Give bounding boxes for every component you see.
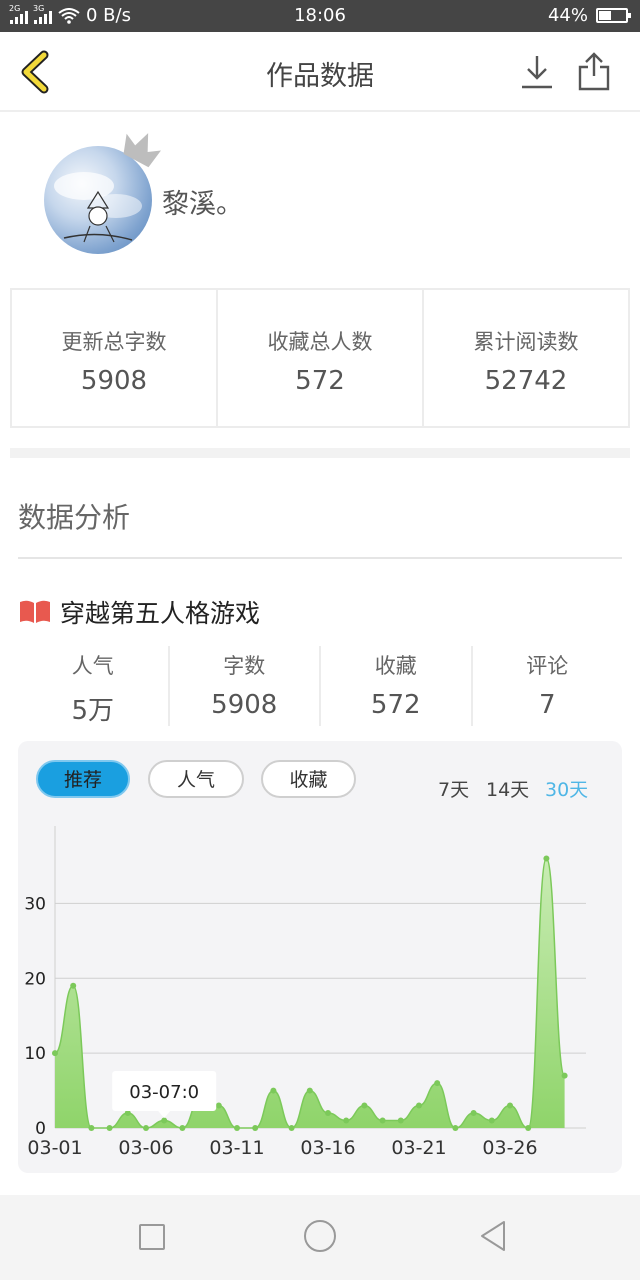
summary-stats: 更新总字数 5908 收藏总人数 572 累计阅读数 52742	[10, 288, 630, 428]
data-point	[52, 1050, 58, 1057]
data-point	[270, 1087, 277, 1094]
data-point	[379, 1117, 386, 1124]
x-tick-label: 03-11	[209, 1137, 264, 1159]
x-tick-label: 03-16	[300, 1137, 355, 1159]
stat-label: 累计阅读数	[473, 330, 579, 354]
stat-label: 更新总字数	[61, 330, 167, 354]
book-title: 穿越第五人格游戏	[60, 599, 261, 628]
clock: 18:06	[294, 5, 346, 26]
data-point	[106, 1125, 113, 1131]
stat-total-favorites: 收藏总人数 572	[218, 290, 424, 426]
book-stat-popularity: 人气 5万	[18, 646, 170, 726]
book-title-row[interactable]: 穿越第五人格游戏	[18, 594, 260, 630]
stat-total-reads: 累计阅读数 52742	[424, 290, 628, 426]
data-point	[215, 1102, 222, 1109]
crown-icon	[123, 133, 161, 168]
data-point	[543, 855, 550, 862]
back-triangle-icon[interactable]	[478, 1219, 508, 1253]
stat-value: 572	[295, 366, 345, 396]
app-header: 作品数据	[0, 32, 640, 112]
tooltip-arrow	[158, 1111, 171, 1118]
book-stats: 人气 5万 字数 5908 收藏 572 评论 7	[18, 646, 622, 726]
status-bar: 2G 3G 0 B/s 18:06 44%	[0, 0, 640, 32]
data-point	[452, 1125, 459, 1131]
book-icon	[20, 600, 50, 623]
data-point	[507, 1102, 513, 1109]
data-point	[525, 1125, 532, 1131]
data-point	[470, 1110, 477, 1117]
data-point	[252, 1125, 259, 1131]
section-title: 数据分析	[18, 501, 131, 534]
book-stat-words: 字数 5908	[170, 646, 321, 726]
x-tick-label: 03-06	[118, 1137, 173, 1159]
download-icon[interactable]	[520, 54, 554, 90]
data-point	[179, 1125, 186, 1131]
y-tick-label: 20	[24, 969, 46, 989]
tooltip-text: 03-07:0	[129, 1082, 199, 1103]
data-point	[343, 1117, 350, 1124]
data-point	[488, 1117, 495, 1124]
y-tick-label: 30	[24, 894, 46, 914]
data-point	[434, 1080, 441, 1087]
stat-value: 5908	[80, 366, 148, 396]
share-icon[interactable]	[576, 52, 612, 92]
data-point	[397, 1117, 404, 1124]
book-stat-value: 572	[370, 690, 421, 720]
stat-label: 收藏总人数	[267, 330, 373, 354]
x-tick-label: 03-26	[482, 1137, 537, 1159]
stat-value: 52742	[484, 366, 568, 396]
chart-card: 推荐 人气 收藏 7天 14天 30天 0 10 20 30 03-01 03-06 03-…	[18, 741, 622, 1173]
data-point	[325, 1110, 331, 1117]
book-stat-label: 字数	[223, 654, 266, 678]
author-profile: 黎溪。	[0, 120, 640, 280]
book-stat-value: 5908	[211, 690, 278, 720]
data-point	[161, 1117, 168, 1124]
book-stat-label: 评论	[526, 654, 569, 678]
data-point	[306, 1087, 313, 1094]
y-tick-label: 0	[35, 1119, 46, 1139]
home-icon[interactable]	[304, 1220, 336, 1252]
book-stat-comments: 评论 7	[473, 646, 623, 726]
book-stat-value: 5万	[71, 696, 115, 726]
recent-apps-icon[interactable]	[139, 1224, 165, 1250]
divider	[18, 557, 622, 559]
x-tick-label: 03-01	[27, 1137, 82, 1159]
data-point	[234, 1125, 240, 1131]
battery-percent: 44%	[547, 5, 588, 26]
area-chart[interactable]: 0 10 20 30 03-01 03-06 03-11 03-16 03-21 03-26 03-…	[18, 741, 622, 1173]
section-divider	[10, 448, 630, 458]
stat-total-words: 更新总字数 5908	[12, 290, 218, 426]
book-stat-label: 收藏	[374, 654, 417, 678]
x-tick-label: 03-21	[391, 1137, 446, 1159]
data-point	[561, 1072, 568, 1079]
data-point	[70, 982, 77, 989]
data-point	[288, 1125, 295, 1131]
book-stat-favorites: 收藏 572	[321, 646, 473, 726]
book-stat-label: 人气	[71, 654, 114, 678]
system-nav-bar	[0, 1195, 640, 1280]
battery-icon	[596, 8, 631, 23]
username: 黎溪。	[162, 189, 243, 220]
book-stat-value: 7	[538, 690, 556, 720]
y-tick-label: 10	[24, 1044, 46, 1064]
data-point	[143, 1125, 149, 1131]
data-point	[88, 1125, 95, 1131]
data-point	[361, 1102, 368, 1109]
data-point	[416, 1102, 422, 1109]
